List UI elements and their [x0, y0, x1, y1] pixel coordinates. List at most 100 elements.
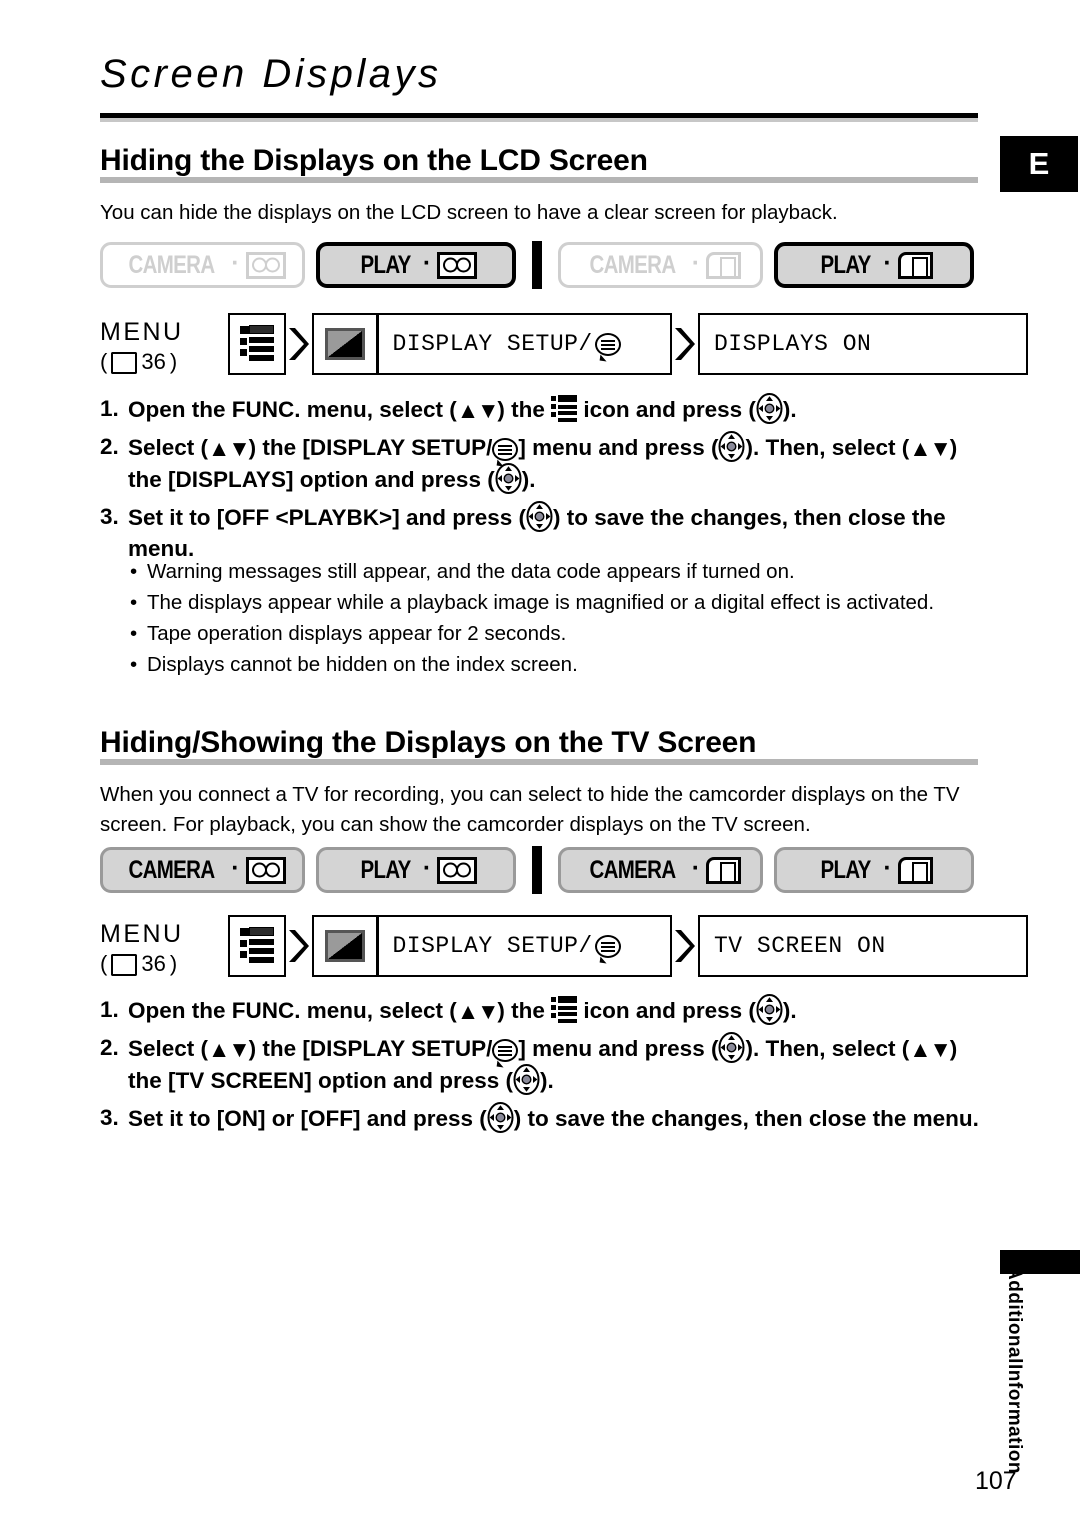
step-text-part: ).	[540, 1068, 554, 1093]
menu-flow-step-1[interactable]	[228, 915, 286, 977]
step-text-part: ).	[782, 397, 797, 422]
menu-flow-step-2[interactable]: DISPLAY SETUP/	[312, 313, 672, 375]
joystick-icon	[487, 1102, 514, 1133]
joystick-icon	[526, 501, 553, 532]
side-tab-line1: Additional	[1004, 1266, 1025, 1364]
side-tab-line2: Information	[1004, 1363, 1025, 1474]
menu-flow-step-2[interactable]: DISPLAY SETUP/	[312, 915, 672, 977]
mode-label: PLAY	[360, 855, 411, 884]
step-text-part: Select (	[128, 1036, 209, 1061]
note-text: Warning messages still appear, and the d…	[147, 560, 795, 583]
card-icon	[897, 251, 933, 279]
step-item: 3. Set it to [OFF <PLAYBK>] and press ()…	[100, 501, 990, 564]
step-text: Set it to [ON] or [OFF] and press ( ) to …	[128, 1102, 990, 1134]
mode-label: CAMERA	[589, 855, 676, 884]
mode-button-play-card[interactable]: PLAY ·	[774, 242, 974, 288]
step-item: 1. Open the FUNC. menu, select (▲▼) the …	[100, 994, 990, 1026]
menu-page-ref: ( 36)	[100, 347, 228, 377]
mode-button-camera-card[interactable]: CAMERA ·	[558, 242, 763, 288]
up-down-arrows-icon: ▲▼	[456, 999, 500, 1024]
page-title: Screen Displays	[100, 52, 442, 96]
menu-flow-step-3-label: TV SCREEN ON	[714, 933, 886, 959]
step-text: Select (▲▼) the [DISPLAY SETUP/] menu an…	[128, 1032, 990, 1096]
tape-icon	[245, 856, 286, 884]
mode-label: CAMERA	[128, 855, 216, 884]
speech-bubble-icon	[492, 437, 519, 461]
mode-label: PLAY	[820, 250, 872, 279]
menu-word-block: MENU ( 36)	[100, 915, 228, 979]
section2-menu-flow: MENU ( 36) DISPLAY SETUP/ TV SCREEN ON	[100, 915, 1028, 979]
step-text-part: ] menu and press (	[518, 435, 719, 460]
up-down-arrows-icon: ▲▼	[456, 398, 500, 423]
note-item: • The displays appear while a playback im…	[130, 588, 990, 618]
mode-divider	[532, 846, 542, 894]
section1-menu-flow: MENU ( 36) DISPLAY SETUP/ DISPLAYS ON	[100, 313, 1028, 377]
step-item: 1. Open the FUNC. menu, select (▲▼) the …	[100, 393, 990, 425]
card-icon	[897, 856, 933, 884]
mode-button-play-tape[interactable]: PLAY ·	[316, 847, 516, 893]
step-item: 3. Set it to [ON] or [OFF] and press ( ) …	[100, 1102, 990, 1134]
joystick-icon	[718, 431, 745, 462]
mode-dot: ·	[422, 853, 431, 882]
mode-dot: ·	[422, 248, 431, 277]
page-ref-number: 36	[141, 951, 166, 976]
menu-word-block: MENU ( 36)	[100, 313, 228, 377]
mode-button-play-card[interactable]: PLAY ·	[774, 847, 974, 893]
mode-dot: ·	[883, 853, 891, 882]
step-text-part: Set it to [OFF <PLAYBK>] and press (	[128, 505, 526, 530]
step-item: 2. Select (▲▼) the [DISPLAY SETUP/] menu…	[100, 431, 990, 495]
book-icon	[111, 352, 138, 374]
step-number: 1.	[100, 997, 119, 1022]
section1-mode-row: CAMERA · PLAY · CAMERA · PLAY ·	[100, 241, 974, 289]
menu-flow-step-1[interactable]	[228, 313, 286, 375]
title-rule-shadow	[100, 118, 978, 122]
menu-flow-step-2-label: DISPLAY SETUP/	[392, 933, 593, 959]
menu-list-icon	[240, 927, 274, 965]
step-text-part: ). Then, select (	[745, 435, 910, 460]
step-text-part: Open the FUNC. menu, select (	[128, 998, 457, 1023]
tape-icon	[437, 251, 478, 279]
step-text-part: ).	[521, 467, 536, 492]
page-number: 107	[975, 1467, 1017, 1495]
up-down-arrows-icon: ▲▼	[909, 436, 952, 461]
mode-button-camera-card[interactable]: CAMERA ·	[558, 847, 763, 893]
mode-label: PLAY	[820, 855, 872, 884]
tape-icon	[245, 251, 286, 279]
mode-button-play-tape[interactable]: PLAY ·	[316, 242, 516, 288]
note-text: Displays cannot be hidden on the index s…	[147, 653, 578, 676]
note-text: Tape operation displays appear for 2 sec…	[147, 622, 567, 645]
step-text-part: ) the [DISPLAY SETUP/	[248, 1036, 493, 1061]
mode-dot: ·	[691, 248, 700, 277]
step-number: 3.	[100, 1105, 119, 1130]
menu-flow-step-2-label-wrap: DISPLAY SETUP/	[379, 933, 621, 959]
section2-rule	[100, 759, 978, 765]
bullet-marker: •	[130, 591, 138, 614]
side-tab-label: Additional Information	[985, 1266, 1025, 1474]
bullet-marker: •	[130, 560, 138, 583]
step-text-part: icon and press (	[577, 397, 756, 422]
menu-flow-step-2-label-wrap: DISPLAY SETUP/	[379, 331, 621, 357]
speech-bubble-icon	[594, 332, 621, 356]
menu-flow-step-3[interactable]: TV SCREEN ON	[698, 915, 1028, 977]
section1-steps: 1. Open the FUNC. menu, select (▲▼) the …	[100, 393, 990, 570]
joystick-icon	[495, 463, 522, 494]
step-text-part: ) the	[497, 397, 552, 422]
step-text: Open the FUNC. menu, select (▲▼) the ico…	[128, 393, 990, 425]
up-down-arrows-icon: ▲▼	[909, 1037, 952, 1062]
step-number: 2.	[100, 434, 119, 459]
mode-divider	[532, 241, 542, 289]
speech-bubble-icon	[594, 934, 621, 958]
language-badge: E	[1000, 136, 1078, 192]
step-text-part: icon and press (	[577, 998, 756, 1023]
mode-button-camera-tape[interactable]: CAMERA ·	[100, 847, 305, 893]
step-text-part: ) to save the changes, then close the me…	[513, 1106, 979, 1131]
mode-button-camera-tape[interactable]: CAMERA ·	[100, 242, 305, 288]
note-item: • Warning messages still appear, and the …	[130, 557, 990, 587]
section2-intro: When you connect a TV for recording, you…	[100, 783, 960, 836]
menu-word: MENU	[100, 318, 184, 346]
step-number: 2.	[100, 1035, 119, 1060]
step-text-part: Set it to [ON] or [OFF] and press (	[128, 1106, 487, 1131]
menu-flow-step-3[interactable]: DISPLAYS ON	[698, 313, 1028, 375]
step-text-part: ).	[782, 998, 797, 1023]
page-ref-number: 36	[141, 349, 166, 374]
